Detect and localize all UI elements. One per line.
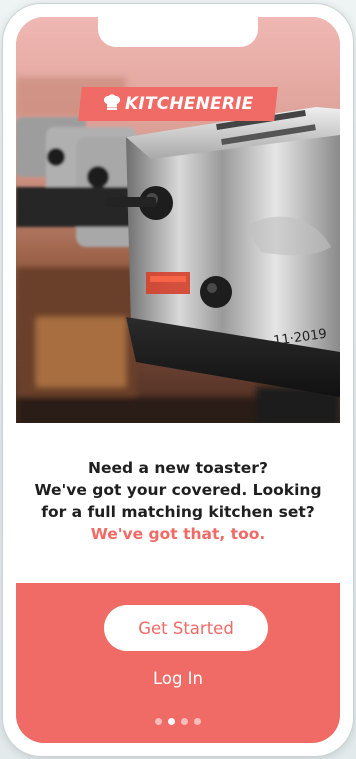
chef-hat-icon <box>103 94 121 113</box>
toasters-photo-illustration: 11·2019 <box>16 17 340 423</box>
message-line-1: Need a new toaster? <box>88 459 268 477</box>
log-in-button[interactable]: Log In <box>128 665 228 691</box>
message-accent-line: We've got that, too. <box>90 525 266 543</box>
hero-image: 11·2019 KITCHENERIE <box>16 17 340 423</box>
brand-logo: KITCHENERIE <box>78 87 278 121</box>
get-started-button[interactable]: Get Started <box>104 605 268 651</box>
brand-name: KITCHENERIE <box>124 94 254 114</box>
message-line-3: for a full matching kitchen set? <box>41 503 315 521</box>
pagination-dots <box>16 718 340 725</box>
pagination-dot[interactable] <box>194 718 201 725</box>
phone-screen: 11·2019 KITCHENERIE Need a new toaster? … <box>16 17 340 743</box>
stage: 11·2019 KITCHENERIE Need a new toaster? … <box>0 0 356 759</box>
phone-frame: 11·2019 KITCHENERIE Need a new toaster? … <box>3 4 353 756</box>
onboarding-message: Need a new toaster? We've got your cover… <box>16 457 340 545</box>
pagination-dot[interactable] <box>181 718 188 725</box>
message-line-2: We've got your covered. Looking <box>34 481 322 499</box>
cta-panel: Get Started Log In <box>16 583 340 743</box>
phone-notch <box>98 17 258 47</box>
pagination-dot[interactable] <box>168 718 175 725</box>
pagination-dot[interactable] <box>155 718 162 725</box>
